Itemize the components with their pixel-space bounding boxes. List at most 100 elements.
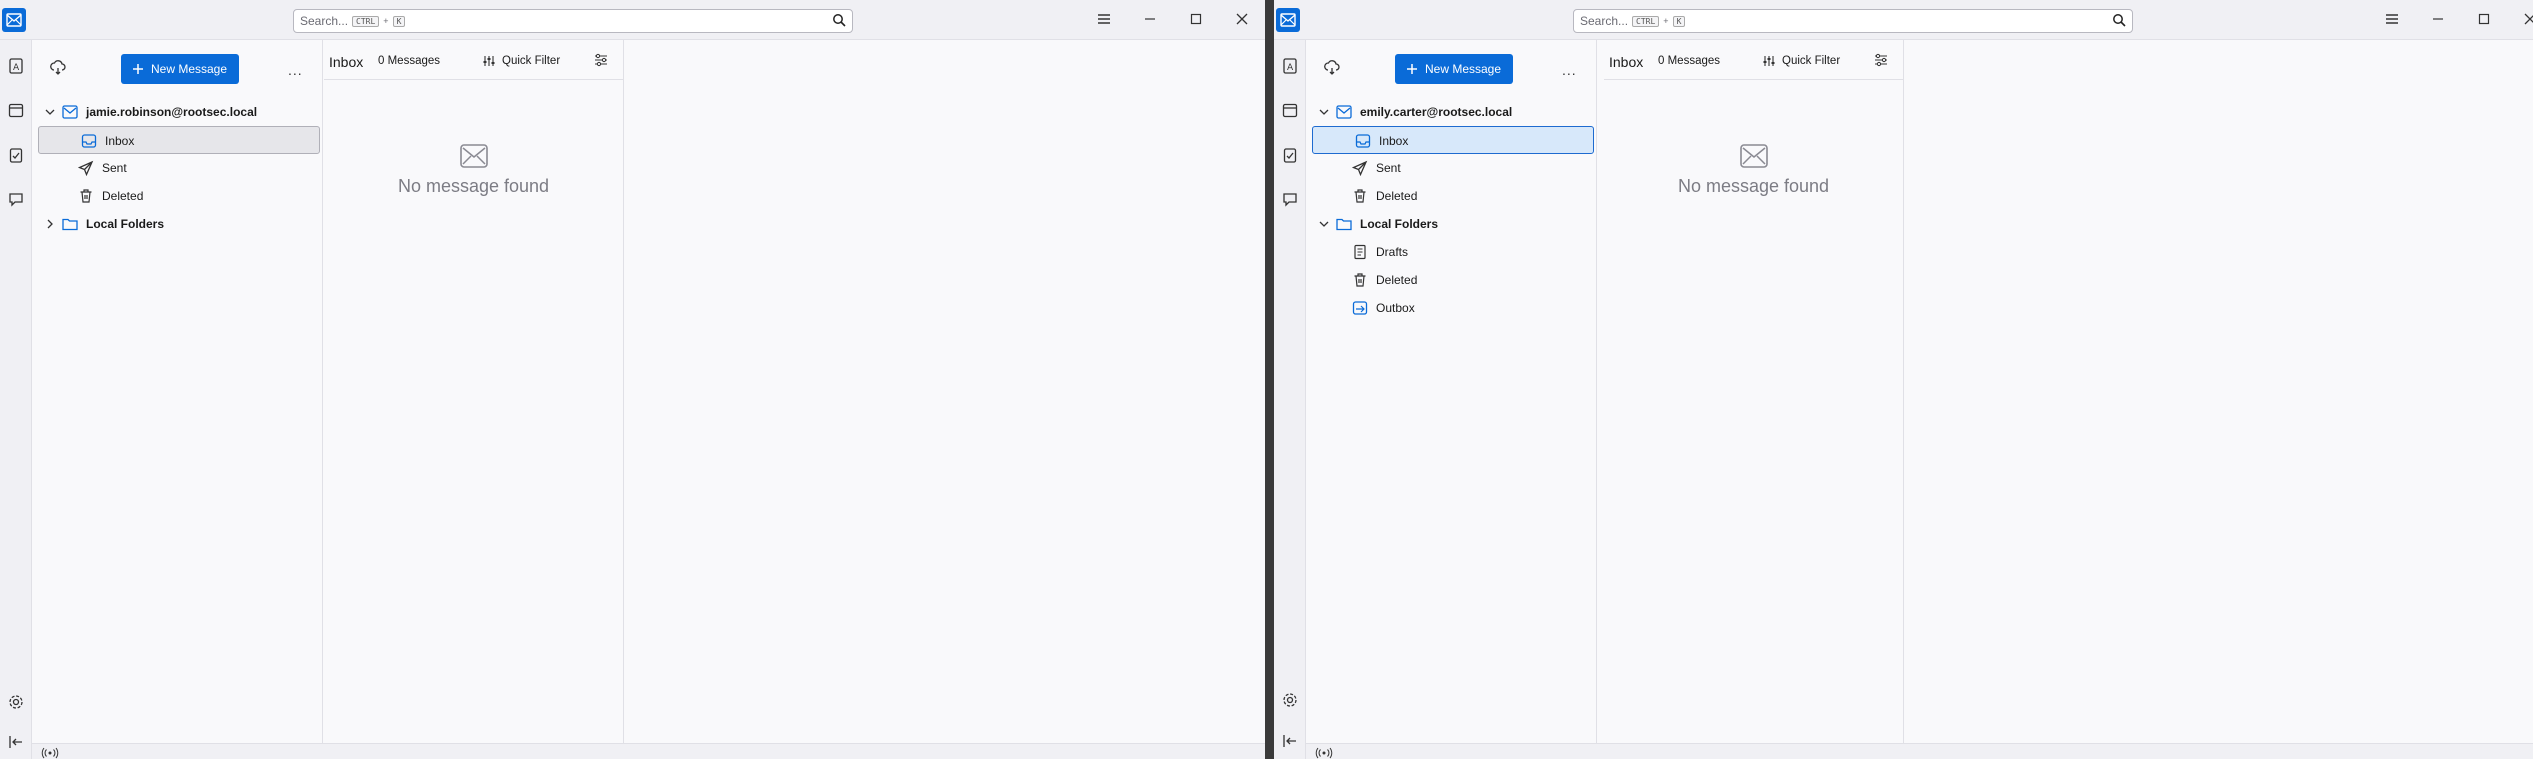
online-status-icon[interactable] [1314,746,1334,759]
minimize-icon[interactable] [1141,10,1159,28]
display-options-icon[interactable] [594,53,608,70]
account-mail-icon [1336,104,1352,120]
address-book-icon[interactable]: A [1278,54,1302,78]
shortcut-plus: + [1663,16,1669,26]
folder-tree: emily.carter@rootsec.local Inbox Sent De… [1310,98,1596,322]
folder-label: Deleted [102,189,144,203]
chat-icon[interactable] [1278,187,1302,211]
chat-icon[interactable] [4,187,28,211]
account-name: jamie.robinson@rootsec.local [86,105,258,119]
tasks-icon[interactable] [4,143,28,167]
close-icon[interactable] [2521,10,2533,28]
more-options-button[interactable]: ... [1562,62,1577,78]
local-folders-row[interactable]: Local Folders [1310,210,1596,238]
get-messages-icon[interactable] [1324,60,1340,81]
folder-label: Deleted [1376,273,1418,287]
folder-label: Outbox [1376,301,1415,315]
chevron-down-icon[interactable] [1318,106,1330,118]
online-status-icon[interactable] [40,746,60,759]
display-options-icon[interactable] [1874,53,1888,70]
local-folders-label: Local Folders [86,217,165,231]
calendar-icon[interactable] [1278,98,1302,122]
inbox-icon [81,133,97,149]
folder-item-sent[interactable]: Sent [36,154,322,182]
chevron-down-icon[interactable] [44,106,56,118]
new-message-label: New Message [151,62,228,76]
thunderbird-logo-icon [1276,8,1300,32]
inbox-icon [1355,133,1371,149]
folder-item-local-deleted[interactable]: Deleted [1310,266,1596,294]
search-icon[interactable] [832,13,846,30]
trash-icon [1352,188,1368,204]
quick-filter-button[interactable]: Quick Filter [1762,55,1840,67]
local-folders-label: Local Folders [1360,217,1439,231]
empty-state: No message found [1604,144,1903,197]
account-name: emily.carter@rootsec.local [1360,105,1513,119]
folder-item-deleted[interactable]: Deleted [36,182,322,210]
maximize-icon[interactable] [2475,10,2493,28]
empty-mail-icon [1739,144,1768,168]
shortcut-key-ctrl: CTRL [1632,15,1660,27]
settings-gear-icon[interactable] [1278,688,1302,712]
folder-item-sent[interactable]: Sent [1310,154,1596,182]
desktop: Search... CTRL + K A New Message ... jam… [0,0,2533,759]
message-count: 0 Messages [1658,55,1721,67]
new-message-button[interactable]: New Message [1395,54,1514,84]
account-row[interactable]: emily.carter@rootsec.local [1310,98,1596,126]
empty-state-text: No message found [397,176,550,196]
thunderbird-window-left: Search... CTRL + K A New Message ... jam… [0,0,1265,759]
folder-item-inbox[interactable]: Inbox [38,126,320,154]
status-bar [32,743,1265,759]
calendar-icon[interactable] [4,98,28,122]
folder-item-inbox[interactable]: Inbox [1312,126,1594,154]
folder-icon [62,216,78,232]
empty-mail-icon [459,144,488,168]
search-icon[interactable] [2112,13,2126,30]
folder-label: Inbox [105,134,135,148]
chevron-right-icon[interactable] [44,218,56,230]
thunderbird-window-right: Search... CTRL + K A New Message ... emi… [1274,0,2533,759]
get-messages-icon[interactable] [50,60,66,81]
minimize-icon[interactable] [2429,10,2447,28]
trash-icon [78,188,94,204]
spaces-toolbar: A [1274,40,1306,759]
global-search-input[interactable]: Search... CTRL + K [293,9,853,33]
collapse-spaces-icon[interactable] [1278,729,1302,753]
chevron-down-icon[interactable] [1318,218,1330,230]
empty-state: No message found [324,144,623,197]
folder-item-deleted[interactable]: Deleted [1310,182,1596,210]
app-menu-icon[interactable] [1095,10,1113,28]
address-book-icon[interactable]: A [4,54,28,78]
app-menu-icon[interactable] [2383,10,2401,28]
current-folder-name: Inbox [1609,54,1644,70]
empty-state-text: No message found [1677,176,1830,196]
message-list-header: Inbox 0 Messages Quick Filter [324,40,623,80]
folder-item-drafts[interactable]: Drafts [1310,238,1596,266]
account-mail-icon [62,104,78,120]
filter-sliders-icon [483,56,495,66]
tasks-icon[interactable] [1278,143,1302,167]
message-list-pane: Inbox 0 Messages Quick Filter No message… [1604,40,1904,743]
folder-label: Deleted [1376,189,1418,203]
plus-icon [133,64,143,74]
folder-pane: New Message ... jamie.robinson@rootsec.l… [36,40,323,743]
spaces-toolbar: A [0,40,32,759]
folder-label: Sent [1376,161,1401,175]
collapse-spaces-icon[interactable] [4,730,28,754]
folder-icon [1336,216,1352,232]
plus-icon [1407,64,1417,74]
settings-gear-icon[interactable] [4,690,28,714]
status-bar [1306,743,2533,759]
local-folders-row[interactable]: Local Folders [36,210,322,238]
global-search-input[interactable]: Search... CTRL + K [1573,9,2133,33]
new-message-button[interactable]: New Message [121,54,240,84]
maximize-icon[interactable] [1187,10,1205,28]
more-options-button[interactable]: ... [288,62,303,78]
account-row[interactable]: jamie.robinson@rootsec.local [36,98,322,126]
quick-filter-button[interactable]: Quick Filter [482,55,560,67]
close-icon[interactable] [1233,10,1251,28]
folder-label: Drafts [1376,245,1409,259]
thunderbird-logo-icon [2,8,26,32]
search-placeholder: Search... [1580,14,1629,28]
folder-item-outbox[interactable]: Outbox [1310,294,1596,322]
